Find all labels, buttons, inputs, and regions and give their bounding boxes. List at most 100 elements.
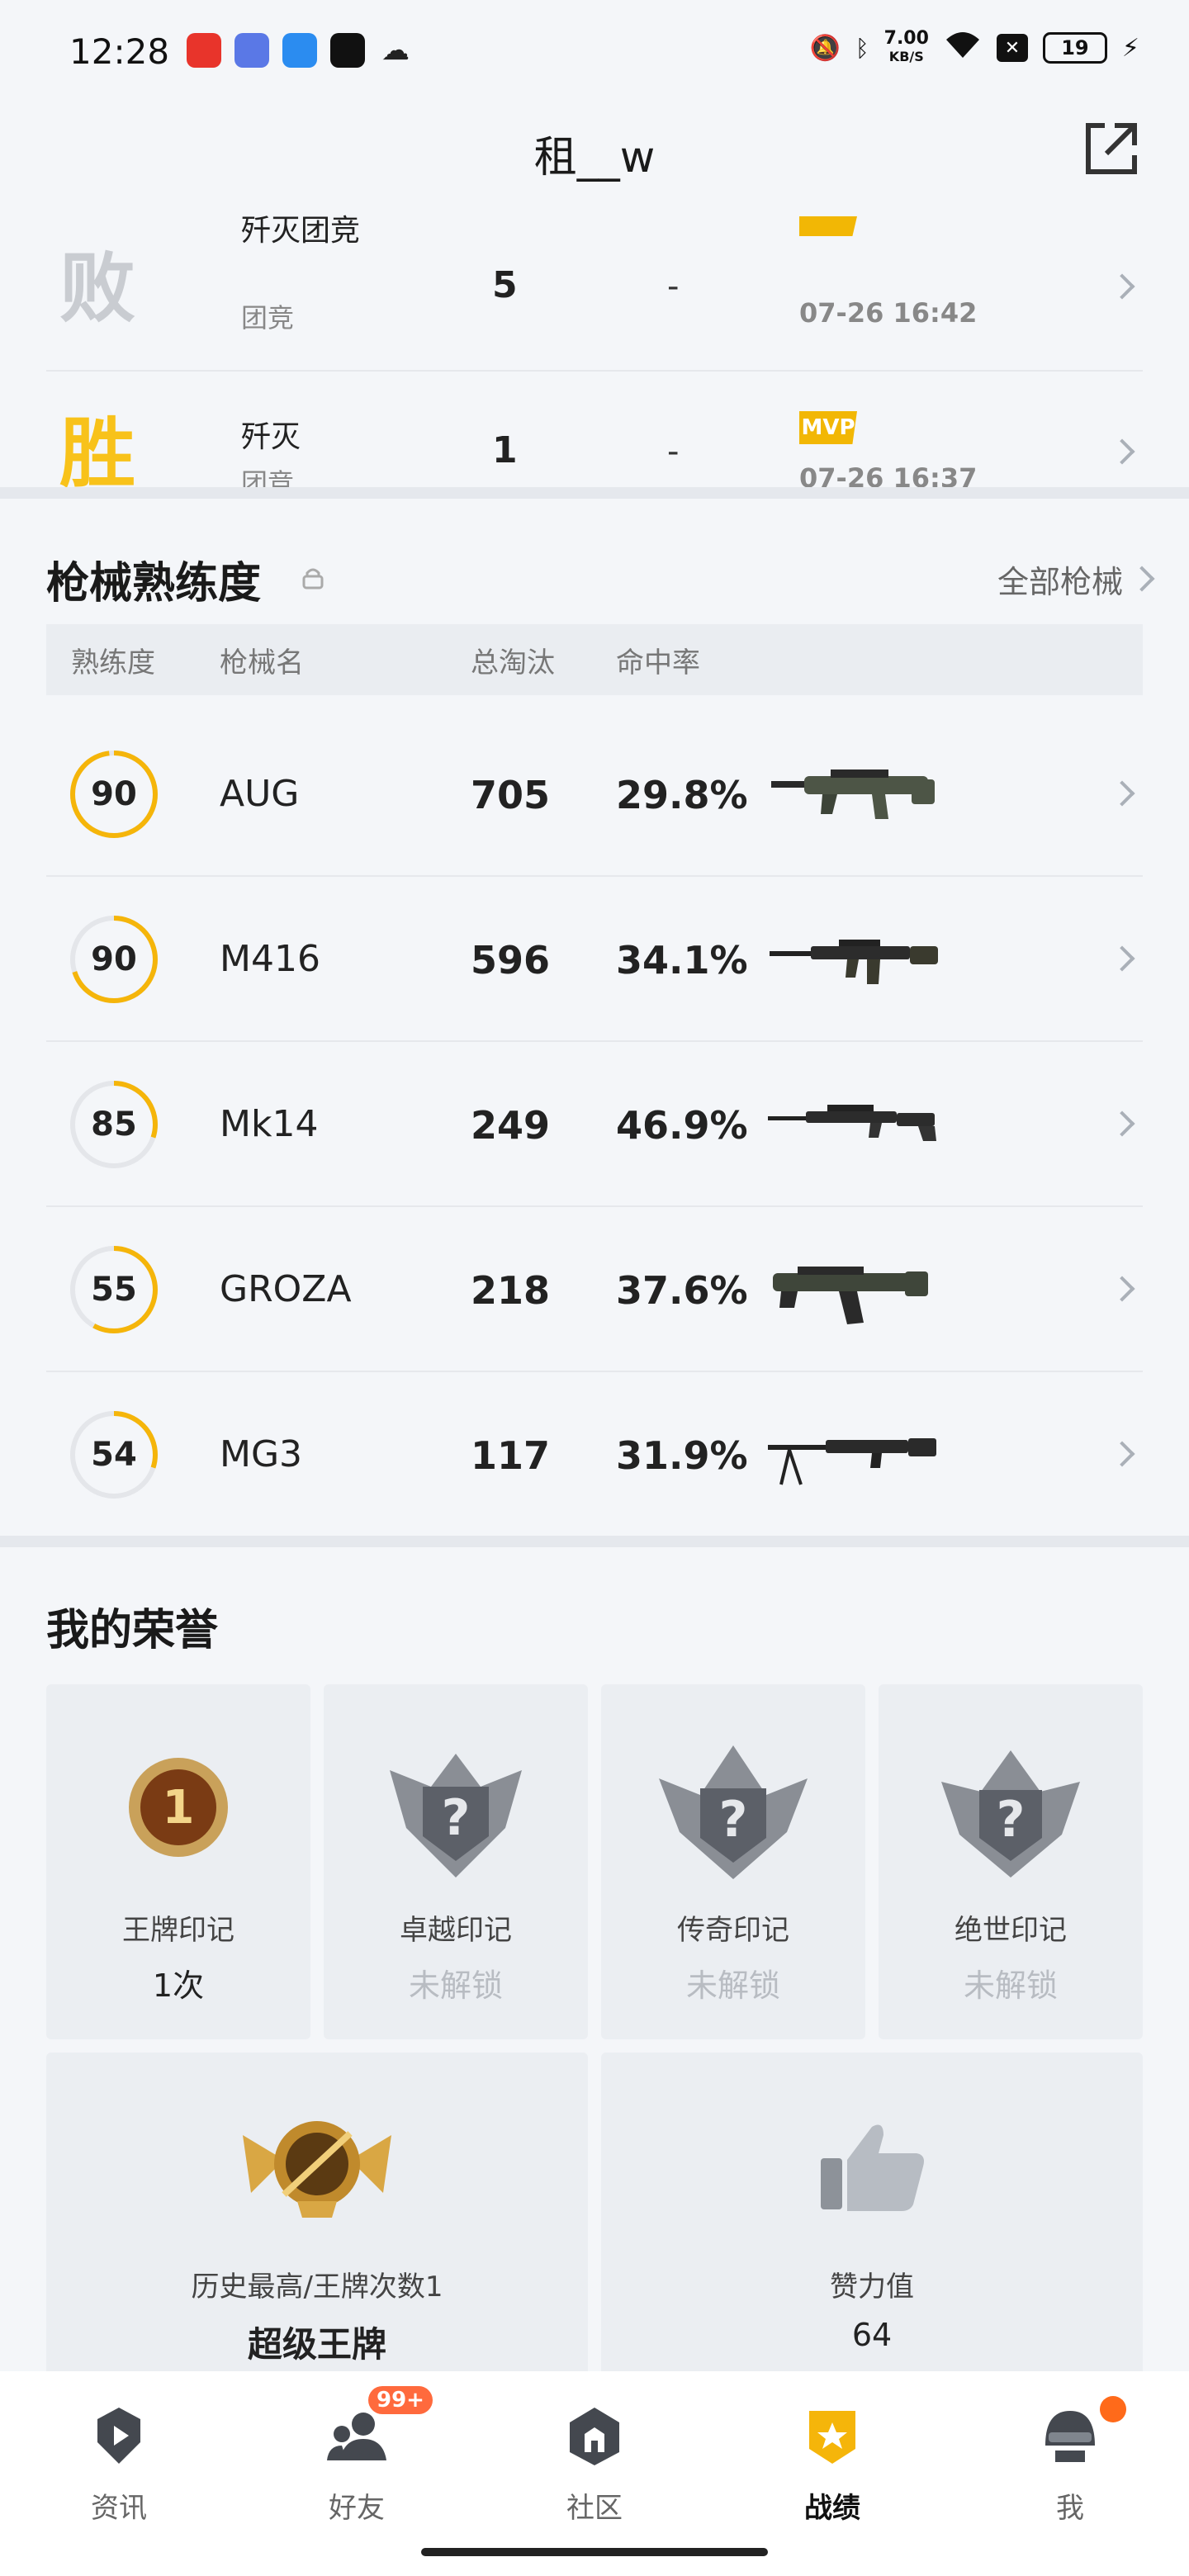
match-list: 败 歼灭团竞 团竞 5 - 07-26 16:42 胜 歼灭 团竞 1 - MV…	[0, 215, 1189, 487]
net-speed-unit: KB/S	[888, 49, 924, 64]
chevron-right-icon	[1109, 273, 1135, 300]
honor-value: 1次	[152, 1968, 205, 2004]
match-date: 07-26 16:42	[799, 297, 978, 329]
match-result: 胜	[59, 410, 136, 488]
honor-label: 绝世印记	[955, 1914, 1067, 1947]
nav-label: 战绩	[804, 2492, 860, 2525]
honor-label: 王牌印记	[122, 1914, 234, 1947]
weapon-kills: 705	[471, 773, 551, 817]
mute-icon: 🔕	[809, 33, 841, 63]
weapon-hit-rate: 29.8%	[616, 773, 748, 817]
honor-label: 赞力值	[830, 2271, 914, 2304]
mvp-badge: MVP	[799, 411, 857, 444]
battery-indicator: 19	[1042, 32, 1107, 64]
weapon-hit-rate: 34.1%	[616, 938, 748, 983]
records-icon	[809, 2411, 855, 2464]
chevron-right-icon	[1109, 1276, 1135, 1302]
all-weapons-link[interactable]: 全部枪械	[997, 556, 1155, 602]
nav-item-community[interactable]: 社区	[476, 2371, 713, 2536]
aug-rifle-icon	[771, 769, 935, 819]
match-mode: 歼灭团竞	[241, 215, 361, 248]
proficiency-value: 54	[91, 1436, 137, 1474]
honor-label: 历史最高/王牌次数1	[191, 2271, 443, 2304]
chevron-right-icon	[1109, 780, 1135, 807]
chevron-right-icon	[1109, 945, 1135, 972]
match-row[interactable]: 败 歼灭团竞 团竞 5 - 07-26 16:42	[46, 215, 1143, 372]
weapon-kills: 117	[471, 1433, 551, 1478]
groza-rifle-icon	[773, 1267, 928, 1324]
svg-text:1: 1	[163, 1781, 195, 1835]
shopping-app-icon	[187, 33, 221, 68]
svg-text:?: ?	[719, 1791, 748, 1849]
chevron-right-icon	[1109, 438, 1135, 465]
locked-shield-icon: ?	[941, 1750, 1080, 1878]
honor-card-likes[interactable]: 赞力值 64	[601, 2053, 1143, 2383]
weapon-name: AUG	[220, 773, 300, 815]
friends-count-badge: 99+	[368, 2386, 433, 2414]
no-sim-icon: ✕	[996, 34, 1028, 62]
nav-item-me[interactable]: 我	[951, 2371, 1189, 2536]
honor-card-peerless[interactable]: ? 绝世印记 未解锁	[879, 1684, 1143, 2039]
honor-card-ace[interactable]: 1 王牌印记 1次	[46, 1684, 310, 2039]
nav-item-friends[interactable]: 99+ 好友	[238, 2371, 476, 2536]
net-speed-value: 7.00	[883, 28, 929, 49]
section-title: 枪械熟练度	[46, 559, 262, 608]
honor-value: 超级王牌	[247, 2324, 386, 2365]
nav-label: 资讯	[91, 2492, 147, 2525]
col-weapon-name: 枪械名	[220, 646, 304, 680]
share-icon[interactable]	[1080, 117, 1143, 180]
network-speed: 7.00 KB/S	[884, 30, 929, 66]
match-date: 07-26 16:37	[799, 462, 978, 487]
weapon-row[interactable]: 90 AUG 705 29.8%	[46, 712, 1143, 877]
svg-text:?: ?	[997, 1791, 1026, 1849]
weapon-hit-rate: 31.9%	[616, 1433, 748, 1478]
weapon-name: GROZA	[220, 1268, 352, 1310]
honor-value: 64	[851, 2317, 893, 2353]
tiktok-icon	[330, 33, 365, 68]
news-icon	[97, 2408, 140, 2464]
weapon-kills: 596	[471, 938, 551, 983]
honor-label: 卓越印记	[400, 1914, 512, 1947]
section-divider	[0, 487, 1189, 499]
weapon-row[interactable]: 85 Mk14 249 46.9%	[46, 1042, 1143, 1207]
honor-card-best-rank[interactable]: 历史最高/王牌次数1 超级王牌	[46, 2053, 588, 2383]
honor-card-legend[interactable]: ? 传奇印记 未解锁	[601, 1684, 865, 2039]
notification-dot	[1100, 2396, 1126, 2422]
system-icons: 🔕 ᛒ 7.00 KB/S ✕ 19 ⚡	[809, 30, 1139, 66]
home-indicator[interactable]	[421, 2548, 768, 2556]
page-header: 租__w	[0, 99, 1189, 215]
chevron-right-icon	[1129, 566, 1155, 592]
honors-section: 我的荣誉 1 王牌印记 1次 ? 卓越印记 未解锁 ? 传奇印记 未解锁 ? 绝…	[0, 1547, 1189, 2383]
section-title: 我的荣誉	[46, 1606, 219, 1655]
weapon-kills: 218	[471, 1268, 551, 1313]
m416-rifle-icon	[770, 940, 938, 984]
wechat-icon: ☁	[381, 34, 410, 67]
honor-card-excellence[interactable]: ? 卓越印记 未解锁	[324, 1684, 588, 2039]
chevron-right-icon	[1109, 1110, 1135, 1137]
weapon-name: Mk14	[220, 1103, 319, 1145]
nav-label: 好友	[329, 2492, 385, 2525]
match-mode: 歼灭	[241, 420, 301, 454]
super-ace-badge-icon	[243, 2121, 391, 2218]
weapon-proficiency-section: 枪械熟练度 全部枪械 熟练度 枪械名 总淘汰 命中率 90 AUG 705 29…	[0, 499, 1189, 1536]
match-row[interactable]: 胜 歼灭 团竞 1 - MVP 07-26 16:37	[46, 372, 1143, 487]
files-app-icon	[282, 33, 317, 68]
col-total-kills: 总淘汰	[471, 646, 555, 680]
weapon-kills: 249	[471, 1103, 551, 1148]
chevron-right-icon	[1109, 1441, 1135, 1467]
nav-item-records[interactable]: 战绩	[713, 2371, 951, 2536]
status-time: 12:28	[69, 31, 170, 72]
section-divider	[0, 1536, 1189, 1547]
weapon-row[interactable]: 90 M416 596 34.1%	[46, 877, 1143, 1042]
nav-label: 我	[1056, 2492, 1084, 2525]
honor-value: 未解锁	[963, 1968, 1058, 2004]
community-icon	[570, 2408, 619, 2465]
nav-item-news[interactable]: 资讯	[0, 2371, 238, 2536]
charging-icon: ⚡	[1121, 33, 1139, 63]
game-app-icon	[234, 33, 269, 68]
honor-value: 未解锁	[408, 1968, 503, 2004]
weapon-row[interactable]: 54 MG3 117 31.9%	[46, 1372, 1143, 1537]
col-hit-rate: 命中率	[616, 646, 700, 680]
weapon-row[interactable]: 55 GROZA 218 37.6%	[46, 1207, 1143, 1372]
weapon-hit-rate: 46.9%	[616, 1103, 748, 1148]
